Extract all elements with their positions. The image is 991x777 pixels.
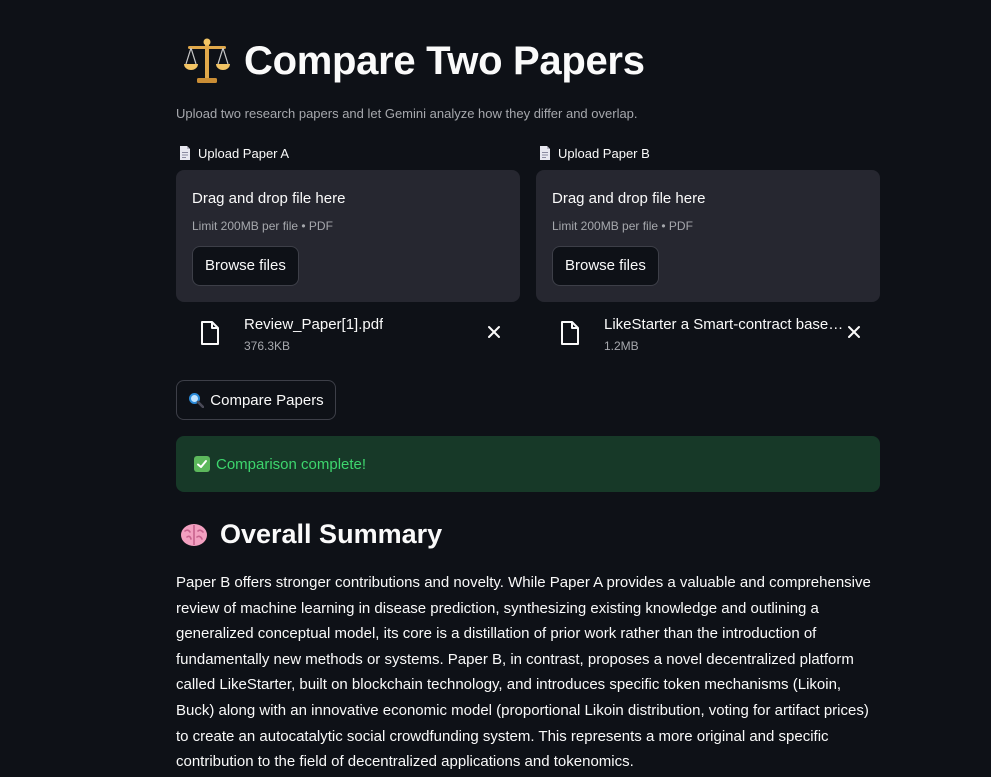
success-alert: Comparison complete! (176, 436, 880, 492)
uploader-paper-b: Upload Paper B Drag and drop file here L… (536, 144, 880, 302)
document-icon (540, 146, 550, 160)
compare-papers-label: Compare Papers (210, 391, 324, 409)
dropzone-instruction: Drag and drop file here (552, 190, 706, 207)
check-icon (194, 456, 210, 472)
file-size: 1.2MB (604, 339, 639, 353)
file-dropzone[interactable]: Drag and drop file here Limit 200MB per … (536, 170, 880, 302)
document-icon (180, 146, 190, 160)
uploaded-file-b: LikeStarter a Smart-contract based Socia… (536, 314, 880, 358)
uploader-label-text: Upload Paper B (558, 145, 650, 161)
uploader-label-text: Upload Paper A (198, 145, 290, 161)
uploader-paper-a: Upload Paper A Drag and drop file here L… (176, 144, 520, 302)
close-icon[interactable] (482, 320, 506, 344)
browse-files-button[interactable]: Browse files (552, 246, 659, 286)
file-dropzone[interactable]: Drag and drop file here Limit 200MB per … (176, 170, 520, 302)
file-size: 376.3KB (244, 339, 291, 353)
page-header: Compare Two Papers (182, 36, 645, 86)
dropzone-limit: Limit 200MB per file • PDF (192, 219, 333, 233)
close-icon[interactable] (842, 320, 866, 344)
file-name: Review_Paper[1].pdf (244, 316, 384, 333)
summary-paragraph: Paper B offers stronger contributions an… (176, 574, 871, 771)
success-message: Comparison complete! (216, 455, 367, 473)
page-subtitle: Upload two research papers and let Gemin… (176, 106, 638, 121)
file-icon (201, 321, 219, 345)
file-icon (561, 321, 579, 345)
magnifier-icon (189, 393, 205, 408)
balance-scale-icon (184, 38, 230, 83)
file-name: LikeStarter a Smart-contract based Socia… (604, 316, 844, 333)
uploader-label: Upload Paper A (176, 144, 520, 162)
browse-files-button[interactable]: Browse files (192, 246, 299, 286)
dropzone-instruction: Drag and drop file here (192, 190, 346, 207)
uploaded-file-a: Review_Paper[1].pdf 376.3KB (176, 314, 520, 358)
uploader-label: Upload Paper B (536, 144, 880, 162)
page-title: Compare Two Papers (244, 38, 645, 83)
summary-heading: Overall Summary (220, 519, 443, 549)
brain-icon (181, 523, 207, 546)
dropzone-limit: Limit 200MB per file • PDF (552, 219, 693, 233)
compare-papers-button[interactable]: Compare Papers (176, 380, 336, 420)
summary-header: Overall Summary (179, 519, 442, 550)
